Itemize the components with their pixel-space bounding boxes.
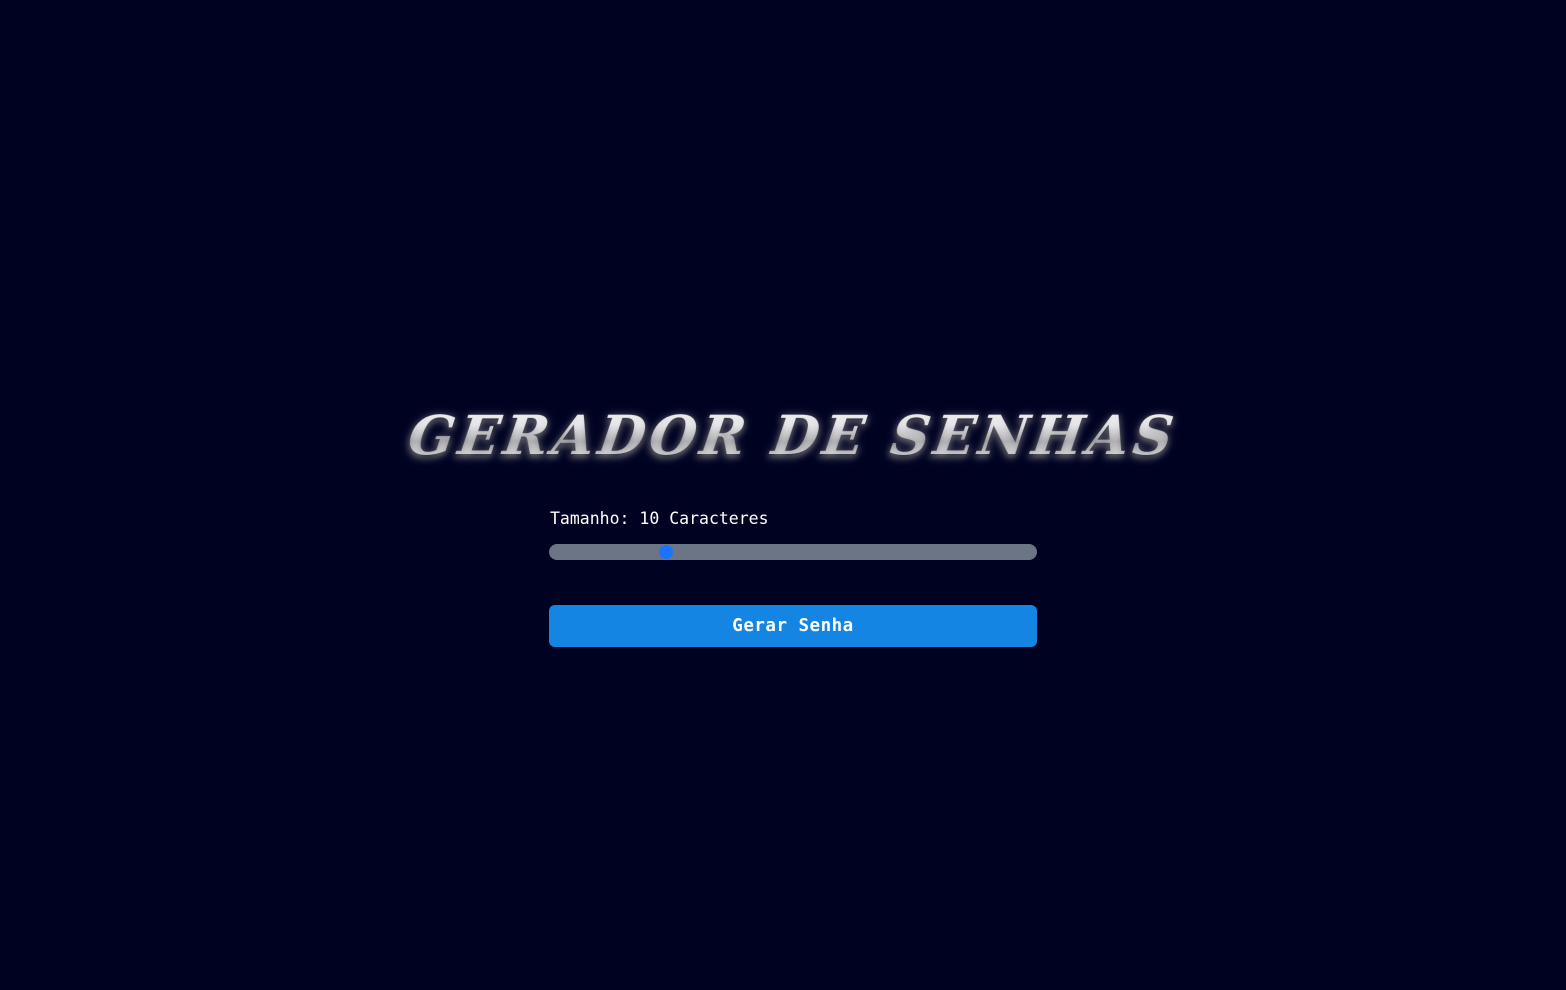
app-logo: GERADOR DE SENHAS xyxy=(405,400,1182,470)
generate-password-button[interactable]: Gerar Senha xyxy=(549,605,1037,647)
length-slider[interactable] xyxy=(549,544,1037,560)
slider-thumb[interactable] xyxy=(658,545,673,559)
length-label: Tamanho: 10 Caracteres xyxy=(550,509,769,528)
app-page: GERADOR DE SENHAS Tamanho: 10 Caracteres… xyxy=(0,0,1566,990)
logo-title: GERADOR DE SENHAS xyxy=(404,403,1182,467)
